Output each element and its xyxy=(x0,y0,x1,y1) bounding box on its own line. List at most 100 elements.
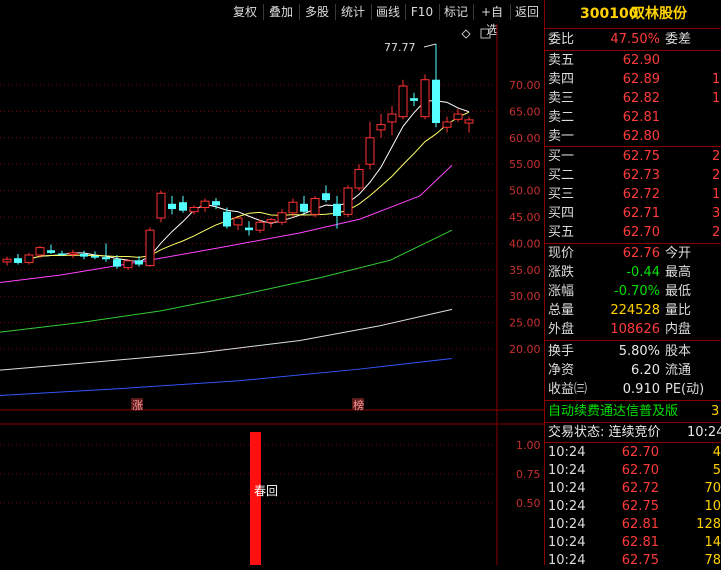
overlay-button[interactable]: 叠加 xyxy=(265,3,297,21)
candle-body xyxy=(233,217,243,226)
fuquan-button[interactable]: 复权 xyxy=(229,3,261,21)
tick-row: 10:24 62.72 70 xyxy=(545,479,721,498)
fund-row: 收益㈢ 0.910 PE(动) xyxy=(545,380,721,399)
candle-body xyxy=(156,192,166,219)
candle-body xyxy=(179,202,187,211)
ask-label: 卖三 xyxy=(548,91,575,106)
bid-row: 买三 62.72 1 xyxy=(545,185,721,204)
bid-price: 62.70 xyxy=(622,225,660,240)
price-axis: 70.00 65.00 60.00 55.00 50.00 45.00 40.00 35.00… xyxy=(509,79,541,356)
statistics-button[interactable]: 统计 xyxy=(337,3,369,21)
candle-body xyxy=(288,201,298,214)
tick-volume: 5 xyxy=(712,463,721,478)
quote-row: 涨跌 -0.44 最高 xyxy=(545,263,721,282)
ask-price: 62.80 xyxy=(622,129,660,144)
quote-value: 108626 xyxy=(610,322,660,337)
divider xyxy=(405,4,406,20)
quote-panel: 300100 双林股份 委比 47.50% 委差 卖五 62.90 卖四 62.89 1… xyxy=(545,0,721,568)
candle-body xyxy=(145,229,155,267)
ask-price: 62.89 xyxy=(622,72,660,87)
price-tick-label: 45.00 xyxy=(509,211,541,224)
chart-settings-icon[interactable] xyxy=(480,28,491,39)
tick-volume: 128 xyxy=(696,517,721,532)
fund-row: 净资 6.20 流通 xyxy=(545,361,721,380)
divider xyxy=(473,4,474,20)
fund-label-2: 流通 xyxy=(665,363,692,378)
quote-row: 现价 62.76 今开 xyxy=(545,244,721,263)
candle-body xyxy=(354,168,364,189)
candle-body xyxy=(453,113,463,120)
fund-value: 5.80% xyxy=(618,344,660,359)
price-tick-label: 40.00 xyxy=(509,237,541,250)
divider xyxy=(299,4,300,20)
candle-body xyxy=(255,221,265,231)
bid-row: 买四 62.71 3 xyxy=(545,204,721,223)
candle-body xyxy=(200,200,210,208)
news-text[interactable]: 自动续费通达信普及版 xyxy=(548,402,678,421)
draw-line-button[interactable]: 画线 xyxy=(373,3,403,21)
news-tail: 3 xyxy=(711,404,720,419)
candle-body xyxy=(58,253,66,256)
price-tick-label: 25.00 xyxy=(509,317,541,330)
candle-body xyxy=(35,247,45,256)
indicator-panel: 1.00 0.75 0.50 春回 xyxy=(0,432,541,565)
trade-state-row: 交易状态: 连续竞价 10:24 xyxy=(545,423,721,442)
kline-chart[interactable]: 77.77 涨 榜 70.00 65.00 60.00 55.00 50.00 45.00 40… xyxy=(0,24,544,565)
stock-name: 双林股份 xyxy=(631,6,687,22)
quote-label-2: 量比 xyxy=(665,303,692,318)
ask-row: 卖五 62.90 xyxy=(545,51,721,70)
ma-line xyxy=(0,229,453,333)
divider xyxy=(545,340,721,341)
candle-body xyxy=(310,198,320,215)
commission-value: 47.50% xyxy=(610,32,660,47)
candle-body xyxy=(212,201,220,206)
tick-row: 10:24 62.75 10 xyxy=(545,497,721,516)
diamond-icon[interactable] xyxy=(461,29,471,39)
ask-price: 62.81 xyxy=(622,110,660,125)
chart-toolbar: 复权 叠加 多股 统计 画线 F10 标记 +自选 返回 xyxy=(0,0,544,37)
price-tick-label: 65.00 xyxy=(509,105,541,118)
stock-header: 300100 双林股份 xyxy=(545,0,721,28)
tick-price: 62.70 xyxy=(621,445,659,460)
quote-value: -0.70% xyxy=(614,284,660,299)
price-tick-label: 60.00 xyxy=(509,132,541,145)
tick-volume: 10 xyxy=(704,499,721,514)
quote-value: 224528 xyxy=(610,303,660,318)
multi-stock-button[interactable]: 多股 xyxy=(301,3,333,21)
bid-row: 买二 62.73 2 xyxy=(545,166,721,185)
candle-body xyxy=(410,98,418,101)
event-marker: 榜 xyxy=(353,398,364,412)
candle-body xyxy=(277,212,287,223)
quote-label: 外盘 xyxy=(548,322,575,337)
candle-body xyxy=(47,250,55,253)
tick-row: 10:24 62.70 4 xyxy=(545,443,721,462)
high-pointer xyxy=(423,43,437,48)
ask-price: 62.82 xyxy=(622,91,660,106)
bid-price: 62.73 xyxy=(622,168,660,183)
bid-volume: 2 xyxy=(712,225,721,240)
bid-volume: 2 xyxy=(712,149,721,164)
candle-body xyxy=(80,253,88,257)
ask-price: 62.90 xyxy=(622,53,660,68)
divider xyxy=(263,4,264,20)
candle-body xyxy=(189,206,199,213)
price-tick-label: 70.00 xyxy=(509,79,541,92)
back-button[interactable]: 返回 xyxy=(512,3,542,21)
high-price-label: 77.77 xyxy=(384,41,416,54)
candle-body xyxy=(123,260,133,269)
price-tick-label: 20.00 xyxy=(509,343,541,356)
candle-body xyxy=(365,137,375,165)
f10-button[interactable]: F10 xyxy=(407,3,437,21)
fund-value: 0.910 xyxy=(622,382,660,397)
candle-body xyxy=(432,79,440,124)
bid-label: 买三 xyxy=(548,187,575,202)
ask-label: 卖五 xyxy=(548,53,575,68)
add-watchlist-button[interactable]: +自选 xyxy=(475,3,509,37)
quote-label: 涨跌 xyxy=(548,265,575,280)
quote-row: 总量 224528 量比 xyxy=(545,301,721,320)
tick-row: 10:24 62.81 128 xyxy=(545,515,721,534)
mark-button[interactable]: 标记 xyxy=(441,3,471,21)
divider xyxy=(439,4,440,20)
tick-volume: 4 xyxy=(712,445,721,460)
news-row[interactable]: 自动续费通达信普及版 3 xyxy=(545,402,721,421)
